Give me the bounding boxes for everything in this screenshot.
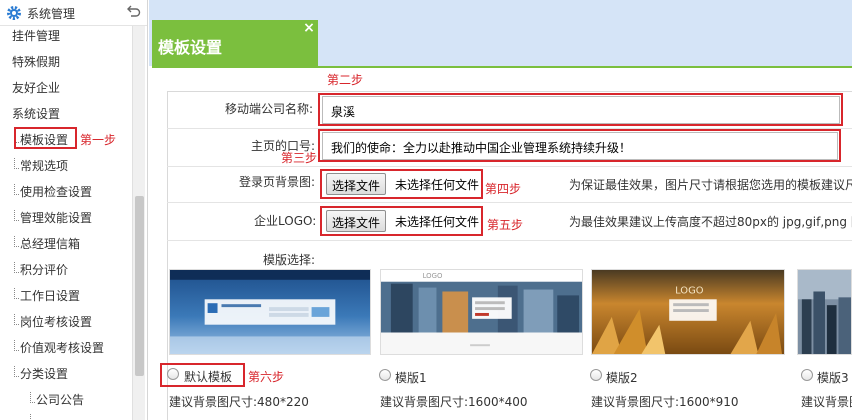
mobile-company-label: 移动端公司名称: (225, 102, 314, 116)
template-3-size-label: 建议背景图尺寸: (801, 393, 852, 410)
step4-note: 第四步 (485, 182, 522, 196)
template-1-radio[interactable] (379, 369, 391, 381)
sidebar-scrollbar[interactable] (132, 26, 145, 420)
sidebar-item-usage-check[interactable]: 使用检查设置 (13, 183, 92, 200)
sidebar-scroll-thumb[interactable] (135, 196, 144, 376)
sidebar-item-widget-mgmt[interactable]: 挂件管理 (12, 27, 60, 44)
sidebar-item-mgmt-efficiency[interactable]: 管理效能设置 (13, 209, 92, 226)
template-2-name: 模版2 (606, 371, 638, 385)
sidebar-item-company-notice[interactable]: 公司公告 (29, 391, 84, 408)
sidebar-item-general-options[interactable]: 常规选项 (13, 157, 68, 174)
template-default-size-label: 建议背景图尺寸:480*220 (169, 393, 309, 410)
sidebar-item-values-assessment[interactable]: 价值观考核设置 (13, 339, 104, 356)
sidebar-item-post-assessment[interactable]: 岗位考核设置 (13, 313, 92, 330)
login-bg-label: 登录页背景图: (239, 175, 316, 189)
step5-note: 第五步 (487, 218, 524, 232)
step4-highlight (320, 169, 483, 199)
row-divider (167, 240, 852, 241)
sidebar-item-workday[interactable]: 工作日设置 (13, 287, 80, 304)
sidebar-item-gm-mailbox[interactable]: 总经理信箱 (13, 235, 80, 252)
template-2-thumbnail[interactable]: LOGO (591, 269, 785, 355)
step2-note: 第二步 (327, 73, 364, 87)
template-3-name: 模版3 (817, 371, 849, 385)
login-bg-hint: 为保证最佳效果，图片尺寸请根据您选用的模板建议尺 (569, 178, 852, 192)
size-label: 建议背景图尺寸: (169, 395, 258, 409)
back-arrow-icon[interactable] (125, 4, 141, 20)
template-default-thumbnail[interactable] (169, 269, 371, 355)
sidebar: 系统管理 挂件管理 特殊假期 友好企业 系统设置 模板设置 常规选项 使用检查设… (0, 0, 148, 420)
template-3-radio[interactable] (801, 369, 813, 381)
template-2-radio[interactable] (590, 369, 602, 381)
row-divider (167, 202, 852, 203)
template-2-size-label: 建议背景图尺寸:1600*910 (591, 393, 739, 410)
step5-highlight (320, 206, 483, 236)
template-3-thumbnail[interactable] (797, 269, 852, 355)
size-value: 1600*400 (468, 395, 528, 409)
sidebar-item-system-settings[interactable]: 系统设置 (12, 105, 60, 122)
size-value: 480*220 (257, 395, 309, 409)
size-label: 建议背景图尺寸: (380, 395, 469, 409)
sidebar-title: 系统管理 (27, 7, 76, 21)
template-1-thumbnail[interactable]: LOGO (380, 269, 583, 355)
size-label: 建议背景图尺寸: (591, 395, 680, 409)
template-select-label: 模版选择: (263, 253, 316, 267)
step6-note: 第六步 (248, 370, 285, 384)
sidebar-item-friendly-companies[interactable]: 友好企业 (12, 79, 60, 96)
sidebar-item-special-holidays[interactable]: 特殊假期 (12, 53, 60, 70)
logo-hint: 为最佳效果建议上传高度不超过80px的 jpg,gif,png 图片 (569, 215, 852, 229)
template-1-size-label: 建议背景图尺寸:1600*400 (380, 393, 528, 410)
row-divider (167, 166, 852, 167)
size-label: 建议背景图尺寸: (801, 395, 852, 409)
slogan-highlight (318, 129, 841, 162)
close-icon[interactable]: × (302, 21, 316, 35)
sidebar-item-category-settings[interactable]: 分类设置 (13, 365, 68, 382)
step1-note: 第一步 (80, 133, 117, 147)
tab-title: 模板设置 (158, 38, 223, 57)
size-value: 1600*910 (679, 395, 739, 409)
sidebar-item-points-eval[interactable]: 积分评价 (13, 261, 68, 278)
sidebar-header: 系统管理 (0, 0, 147, 26)
step1-highlight (14, 127, 77, 149)
template-1-logo-text: LOGO (423, 272, 443, 280)
gear-icon (7, 6, 21, 20)
logo-label: 企业LOGO: (254, 214, 317, 228)
step3-note: 第三步 (281, 151, 318, 165)
step6-highlight (160, 363, 245, 387)
step2-highlight (318, 93, 843, 126)
template-1-name: 模版1 (395, 371, 427, 385)
template-2-logo-text: LOGO (675, 285, 704, 296)
